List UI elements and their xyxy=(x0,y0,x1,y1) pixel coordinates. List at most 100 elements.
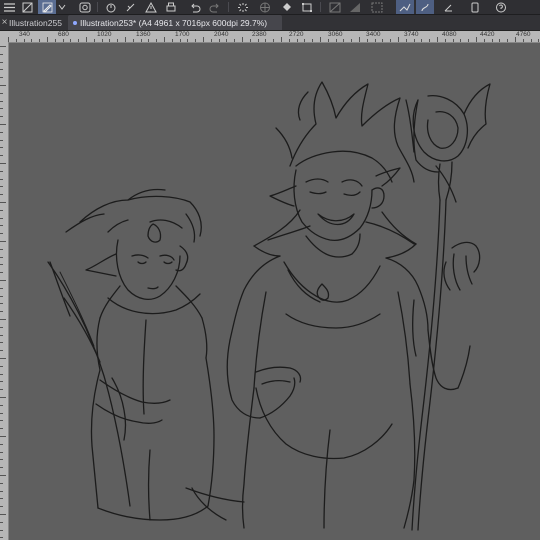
ruler-tick xyxy=(0,256,3,258)
ruler-tick xyxy=(156,39,158,42)
ruler-tick xyxy=(54,39,56,42)
brush-icon[interactable] xyxy=(440,0,458,14)
ruler-tick xyxy=(101,39,103,42)
ruler-tick xyxy=(210,39,212,42)
ruler-tick xyxy=(0,381,3,383)
help-icon[interactable] xyxy=(492,0,510,14)
ruler-tick xyxy=(452,39,454,42)
ruler-tick xyxy=(234,39,236,42)
ruler-tick xyxy=(47,37,48,42)
ruler-tick xyxy=(249,39,251,42)
ruler-tick xyxy=(0,326,3,328)
undo-icon[interactable] xyxy=(186,0,204,14)
ruler-label: 4420 xyxy=(480,31,495,38)
ruler-tick xyxy=(437,37,438,42)
pen-icon[interactable] xyxy=(416,0,434,14)
ruler-tick xyxy=(0,498,3,500)
ruler-label: 2380 xyxy=(252,31,267,38)
ruler-tick xyxy=(0,451,3,453)
hamburger-menu-icon[interactable] xyxy=(0,0,18,14)
ruler-tick xyxy=(70,39,72,42)
ruler-tick xyxy=(0,334,3,336)
ruler-tick xyxy=(0,202,6,203)
ruler-tick xyxy=(0,490,3,492)
globe-icon[interactable] xyxy=(256,0,274,14)
ruler-tick xyxy=(31,39,33,42)
drawing-canvas[interactable] xyxy=(9,43,540,540)
ruler-tick xyxy=(0,365,3,367)
ruler-tick xyxy=(398,37,399,42)
ruler-toggle-icon[interactable] xyxy=(122,0,140,14)
ruler-tick xyxy=(0,178,3,180)
ruler-tick xyxy=(0,233,3,235)
ruler-tick xyxy=(0,506,3,508)
ruler-tick xyxy=(265,39,267,42)
ruler-tick xyxy=(366,39,368,42)
ruler-tick xyxy=(0,53,3,55)
ruler-tick xyxy=(86,37,87,42)
loading-icon[interactable] xyxy=(234,0,252,14)
ruler-tick xyxy=(483,39,485,42)
ruler-tick xyxy=(515,37,516,42)
ruler-label: 1700 xyxy=(175,31,190,38)
bucket-icon[interactable] xyxy=(278,0,296,14)
ruler-tick xyxy=(0,436,6,437)
ruler-tick xyxy=(0,319,6,320)
ruler-tick xyxy=(522,39,524,42)
ruler-tick xyxy=(148,39,150,42)
print-icon[interactable] xyxy=(162,0,180,14)
snap-icon[interactable] xyxy=(326,0,344,14)
ruler-tick xyxy=(0,209,3,211)
smartphone-icon[interactable] xyxy=(466,0,484,14)
redo-icon[interactable] xyxy=(206,0,224,14)
ruler-tick xyxy=(0,404,3,406)
ruler-tick xyxy=(499,39,501,42)
horizontal-ruler[interactable]: 340 680 1020 1360 1700 2040 2380 2720 30… xyxy=(0,31,540,43)
ruler-tick xyxy=(468,39,470,42)
layer-view-icon[interactable] xyxy=(18,0,36,14)
tab-illustration255[interactable]: × Illustration255 xyxy=(0,15,68,30)
ruler-tick xyxy=(93,39,95,42)
ruler-tick xyxy=(15,39,17,42)
ruler-tick xyxy=(125,37,126,42)
stroke-icon[interactable] xyxy=(396,0,414,14)
sketch-artwork xyxy=(47,81,491,531)
ruler-tick xyxy=(0,225,3,227)
timer-icon[interactable] xyxy=(102,0,120,14)
ruler-label: 1020 xyxy=(97,31,112,38)
ruler-tick xyxy=(351,39,353,42)
main-toolbar xyxy=(0,0,540,15)
ruler-label: 3740 xyxy=(404,31,419,38)
ruler-tick xyxy=(281,37,282,42)
tab-illustration253[interactable]: Illustration253* (A4 4961 x 7016px 600dp… xyxy=(68,15,282,30)
ruler-tick xyxy=(538,39,540,42)
ruler-tick xyxy=(195,39,197,42)
selection-icon[interactable] xyxy=(368,0,386,14)
close-icon[interactable]: × xyxy=(0,15,9,30)
ruler-tick xyxy=(0,46,6,47)
ruler-tick xyxy=(0,373,3,375)
ruler-label: 3400 xyxy=(366,31,381,38)
ruler-tick xyxy=(0,412,3,414)
ruler-label: 680 xyxy=(58,31,69,38)
ruler-tick xyxy=(0,280,6,281)
ruler-tick xyxy=(444,39,446,42)
ruler-label: 2040 xyxy=(214,31,229,38)
ruler-tick xyxy=(0,248,3,250)
chevron-down-icon[interactable] xyxy=(56,0,68,14)
vertical-ruler[interactable] xyxy=(0,42,9,540)
warning-icon[interactable] xyxy=(142,0,160,14)
ruler-tick xyxy=(413,39,415,42)
ruler-tick xyxy=(0,295,3,297)
ruler-tick xyxy=(476,37,477,42)
ruler-tick xyxy=(257,39,259,42)
circle-eye-icon[interactable] xyxy=(76,0,94,14)
ruler-tick xyxy=(0,420,3,422)
ruler-label: 4760 xyxy=(516,31,531,38)
transform-icon[interactable] xyxy=(298,0,316,14)
ruler-tick xyxy=(0,350,3,352)
gradient-icon[interactable] xyxy=(346,0,364,14)
pen-settings-icon[interactable] xyxy=(38,0,56,14)
ruler-tick xyxy=(0,241,6,242)
ruler-tick xyxy=(23,39,25,42)
